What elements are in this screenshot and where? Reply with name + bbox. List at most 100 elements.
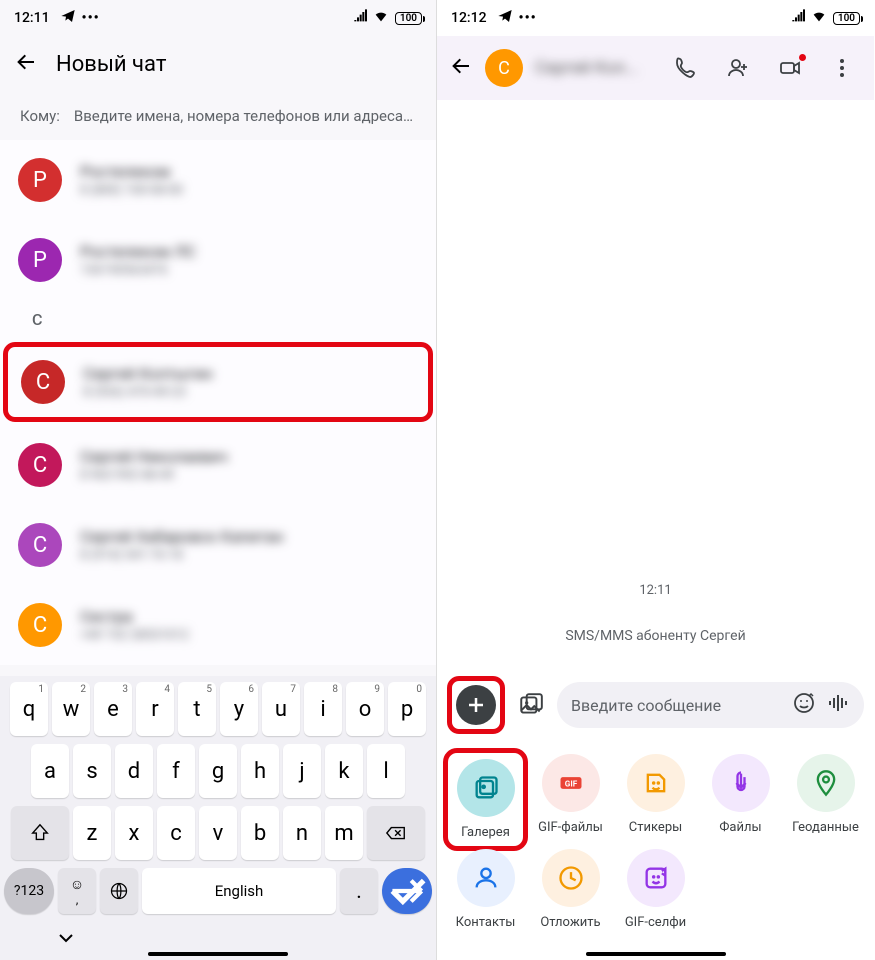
contact-row[interactable]: С Сестра +49 152 28531012 bbox=[0, 585, 436, 665]
backspace-key[interactable] bbox=[367, 806, 425, 860]
attach-icon: GIF bbox=[542, 754, 600, 812]
to-field[interactable]: Кому: Введите имена, номера телефонов ил… bbox=[0, 92, 436, 140]
key-c[interactable]: c bbox=[157, 806, 195, 860]
key-x[interactable]: x bbox=[115, 806, 153, 860]
period-key[interactable]: . bbox=[340, 868, 378, 914]
key-z[interactable]: z bbox=[73, 806, 111, 860]
status-bar: 12:11 ••• 100 bbox=[0, 0, 436, 36]
attach-icon bbox=[797, 754, 855, 812]
svg-text:GIF: GIF bbox=[564, 779, 577, 789]
contact-row[interactable]: Р Ростелеком ЛС 136190563476 bbox=[0, 220, 436, 300]
attach-Файлы[interactable]: Файлы bbox=[700, 754, 781, 845]
contact-row-highlighted[interactable]: С Сергей Колтыгин 8 (926) 470-49-23 bbox=[3, 342, 433, 422]
enter-key[interactable] bbox=[382, 868, 432, 914]
key-h[interactable]: h bbox=[241, 744, 279, 798]
numbers-key[interactable]: ?123 bbox=[4, 868, 54, 914]
key-l[interactable]: l bbox=[367, 744, 405, 798]
add-person-button[interactable] bbox=[718, 56, 758, 80]
avatar: С bbox=[18, 523, 62, 567]
avatar: Р bbox=[18, 158, 62, 202]
contact-sub: 8 (926) 470-49-23 bbox=[83, 385, 213, 400]
gallery-quick-button[interactable] bbox=[513, 687, 549, 723]
contact-name: Ростелеком ЛС bbox=[80, 242, 196, 261]
spacebar[interactable]: English bbox=[142, 868, 336, 914]
contact-name: Сергей Николаевич bbox=[80, 447, 228, 466]
emoji-icon[interactable] bbox=[792, 691, 816, 719]
contact-sub: 8 963 992-48-49 bbox=[80, 468, 228, 483]
key-m[interactable]: m bbox=[325, 806, 363, 860]
key-n[interactable]: n bbox=[283, 806, 321, 860]
more-icon: ••• bbox=[82, 10, 100, 26]
avatar: С bbox=[18, 443, 62, 487]
emoji-key[interactable]: ☺, bbox=[58, 868, 96, 914]
key-d[interactable]: d bbox=[115, 744, 153, 798]
message-input[interactable]: Введите сообщение bbox=[557, 682, 864, 728]
attach-label: GIF-селфи bbox=[625, 915, 686, 930]
key-q[interactable]: q1 bbox=[10, 682, 48, 736]
video-call-button[interactable] bbox=[770, 56, 810, 80]
key-b[interactable]: b bbox=[241, 806, 279, 860]
attach-GIF-файлы[interactable]: GIFGIF-файлы bbox=[530, 754, 611, 845]
chat-timestamp: 12:11 bbox=[639, 583, 671, 598]
attach-button[interactable] bbox=[456, 685, 496, 725]
attach-Геоданные[interactable]: Геоданные bbox=[785, 754, 866, 845]
attach-Стикеры[interactable]: Стикеры bbox=[615, 754, 696, 845]
attach-icon bbox=[542, 849, 600, 907]
attach-label: Контакты bbox=[456, 915, 516, 930]
battery-indicator: 100 bbox=[833, 12, 860, 25]
key-t[interactable]: t5 bbox=[178, 682, 216, 736]
chat-header: С Сергей Кол... bbox=[437, 36, 874, 100]
contact-name: Сергей Колтыгин bbox=[83, 364, 213, 383]
chat-name[interactable]: Сергей Кол... bbox=[535, 58, 654, 78]
contact-sub: 136190563476 bbox=[80, 263, 196, 278]
contact-row[interactable]: Р Ростелеком 8 (800) 100-08-00 bbox=[0, 140, 436, 220]
key-u[interactable]: u7 bbox=[262, 682, 300, 736]
key-j[interactable]: j bbox=[283, 744, 321, 798]
contact-row[interactable]: С Сергей Николаевич 8 963 992-48-49 bbox=[0, 425, 436, 505]
key-s[interactable]: s bbox=[73, 744, 111, 798]
wifi-icon bbox=[369, 8, 389, 28]
home-indicator[interactable] bbox=[148, 952, 288, 956]
avatar: Р bbox=[18, 238, 62, 282]
chat-avatar[interactable]: С bbox=[485, 49, 523, 87]
contact-sub: +49 152 28531012 bbox=[80, 628, 189, 643]
to-label: Кому: bbox=[20, 107, 60, 125]
shift-key[interactable] bbox=[11, 806, 69, 860]
status-time: 12:12 bbox=[451, 10, 487, 26]
key-p[interactable]: p0 bbox=[388, 682, 426, 736]
key-a[interactable]: a bbox=[31, 744, 69, 798]
attach-label: Стикеры bbox=[629, 820, 682, 835]
telegram-icon bbox=[60, 8, 76, 28]
contact-name: Сергей Хабаровск Капитан bbox=[80, 527, 284, 546]
language-key[interactable] bbox=[100, 868, 138, 914]
contact-sub: 8 (800) 100-08-00 bbox=[80, 183, 183, 198]
menu-button[interactable] bbox=[822, 56, 862, 80]
key-o[interactable]: o9 bbox=[346, 682, 384, 736]
attach-label: Файлы bbox=[719, 820, 761, 835]
key-r[interactable]: r4 bbox=[136, 682, 174, 736]
call-button[interactable] bbox=[666, 56, 706, 80]
contact-row[interactable]: С Сергей Хабаровск Капитан 8 (914) 541-7… bbox=[0, 505, 436, 585]
back-button[interactable] bbox=[449, 54, 473, 82]
back-button[interactable] bbox=[14, 50, 38, 78]
attach-icon bbox=[712, 754, 770, 812]
attachment-grid: ГалереяGIFGIF-файлы Стикеры Файлы Геоданные… bbox=[437, 740, 874, 960]
key-f[interactable]: f bbox=[157, 744, 195, 798]
attach-Отложить[interactable]: Отложить bbox=[530, 849, 611, 930]
attach-Контакты[interactable]: Контакты bbox=[445, 849, 526, 930]
key-k[interactable]: k bbox=[325, 744, 363, 798]
header: Новый чат bbox=[0, 36, 436, 92]
attach-Галерея[interactable]: Галерея bbox=[443, 748, 528, 851]
key-e[interactable]: e3 bbox=[94, 682, 132, 736]
key-v[interactable]: v bbox=[199, 806, 237, 860]
key-g[interactable]: g bbox=[199, 744, 237, 798]
key-i[interactable]: i8 bbox=[304, 682, 342, 736]
contact-sub: 8 (914) 541-76-18 bbox=[80, 548, 284, 563]
home-indicator[interactable] bbox=[586, 952, 726, 956]
key-y[interactable]: y6 bbox=[220, 682, 258, 736]
attach-GIF-селфи[interactable]: GIF-селфи bbox=[615, 849, 696, 930]
key-w[interactable]: w2 bbox=[52, 682, 90, 736]
voice-icon[interactable] bbox=[826, 691, 850, 719]
keyboard-collapse[interactable] bbox=[4, 922, 432, 950]
keyboard-row-2: asdfghjkl bbox=[4, 744, 432, 798]
